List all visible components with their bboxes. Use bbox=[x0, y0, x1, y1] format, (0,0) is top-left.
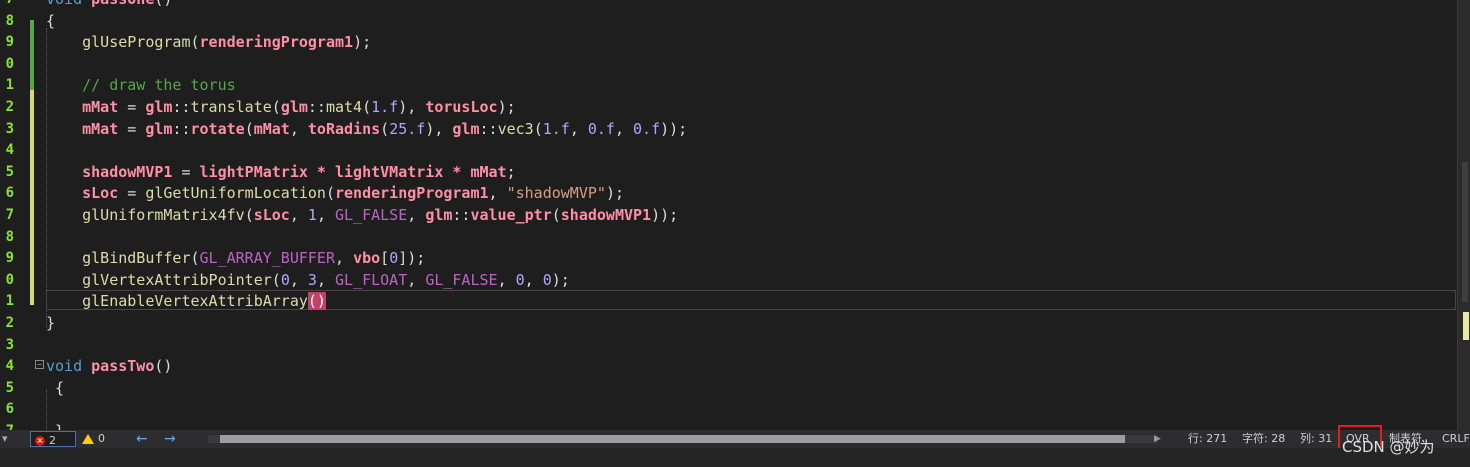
line-number: 8 bbox=[5, 12, 14, 29]
line-number-gutter: 7 8 9 0 1 2 3 4 5 6 7 8 9 0 1 2 3 4 5 6 … bbox=[0, 0, 30, 430]
error-icon: × bbox=[35, 436, 45, 446]
line-number: 1 bbox=[5, 77, 14, 94]
line-number: 3 bbox=[5, 120, 14, 137]
unsaved-change-indicator bbox=[30, 90, 34, 305]
saved-change-indicator bbox=[30, 20, 34, 90]
code-line[interactable]: shadowMVP1 = lightPMatrix * lightVMatrix… bbox=[46, 162, 516, 184]
line-number: 5 bbox=[5, 163, 14, 180]
line-number: 0 bbox=[5, 55, 14, 72]
code-line[interactable]: void passOne() bbox=[46, 0, 172, 11]
previous-issue-arrow-icon[interactable]: ← bbox=[136, 430, 148, 448]
code-line[interactable]: // draw the torus bbox=[46, 75, 236, 97]
code-line[interactable]: sLoc = glGetUniformLocation(renderingPro… bbox=[46, 183, 624, 205]
code-line[interactable]: { bbox=[46, 378, 64, 400]
warning-icon bbox=[82, 434, 94, 444]
scroll-right-icon[interactable]: ▶ bbox=[1154, 430, 1161, 448]
line-number: 2 bbox=[5, 315, 14, 331]
row-indicator[interactable]: 行: 271 bbox=[1188, 430, 1227, 448]
dropdown-arrow-icon[interactable]: ▾ bbox=[2, 430, 8, 448]
horizontal-scrollbar-thumb[interactable] bbox=[220, 435, 1125, 443]
line-number: 4 bbox=[5, 142, 14, 159]
line-number: 0 bbox=[5, 271, 14, 288]
status-bar: ▾ ×2 0 ← → ◀ ▶ 行: 271 字符: 28 列: 31 OVR 制… bbox=[0, 430, 1470, 448]
line-number: 3 bbox=[5, 336, 14, 353]
brace-match-highlight: () bbox=[307, 292, 326, 311]
code-line[interactable]: void passTwo() bbox=[46, 356, 172, 378]
line-number: 5 bbox=[5, 379, 14, 396]
horizontal-scrollbar[interactable] bbox=[208, 435, 1158, 443]
column-indicator[interactable]: 列: 31 bbox=[1300, 430, 1332, 448]
code-line[interactable]: { bbox=[46, 11, 55, 33]
code-editor[interactable]: 7 8 9 0 1 2 3 4 5 6 7 8 9 0 1 2 3 4 5 6 … bbox=[0, 0, 1470, 430]
line-number: 9 bbox=[5, 250, 14, 267]
code-line[interactable]: } bbox=[46, 313, 55, 335]
code-line[interactable]: mMat = glm::rotate(mMat, toRadins(25.f),… bbox=[46, 119, 687, 141]
bottom-panel-strip bbox=[0, 448, 1470, 467]
line-ending-indicator[interactable]: CRLF bbox=[1442, 430, 1470, 448]
line-number: 1 bbox=[5, 293, 14, 310]
watermark: CSDN @妙为 bbox=[1342, 438, 1435, 456]
code-line[interactable]: glUseProgram(renderingProgram1); bbox=[46, 32, 371, 54]
line-number: 4 bbox=[5, 358, 14, 375]
fold-collapse-icon[interactable]: − bbox=[35, 360, 44, 369]
code-line[interactable]: glUniformMatrix4fv(sLoc, 1, GL_FALSE, gl… bbox=[46, 205, 678, 227]
line-number: 9 bbox=[5, 34, 14, 51]
error-count-button[interactable]: × 2 bbox=[30, 431, 76, 447]
line-number: 8 bbox=[5, 228, 14, 245]
code-line[interactable]: mMat = glm::translate(glm::mat4(1.f), to… bbox=[46, 97, 516, 119]
line-number: 6 bbox=[5, 401, 14, 418]
line-number: 2 bbox=[5, 99, 14, 115]
scrollbar-thumb[interactable] bbox=[1462, 162, 1468, 302]
code-line[interactable]: } bbox=[46, 421, 64, 430]
next-issue-arrow-icon[interactable]: → bbox=[164, 430, 176, 448]
line-number: 6 bbox=[5, 185, 14, 202]
vertical-scrollbar[interactable] bbox=[1457, 0, 1470, 430]
scrollbar-change-marker bbox=[1463, 312, 1469, 340]
code-line-current[interactable]: glEnableVertexAttribArray() bbox=[46, 291, 326, 313]
code-line[interactable]: glBindBuffer(GL_ARRAY_BUFFER, vbo[0]); bbox=[46, 248, 425, 270]
warning-count-button[interactable]: 0 bbox=[82, 430, 105, 448]
line-number: 7 bbox=[0, 421, 14, 430]
char-indicator[interactable]: 字符: 28 bbox=[1242, 430, 1285, 448]
code-line[interactable]: glVertexAttribPointer(0, 3, GL_FLOAT, GL… bbox=[46, 270, 570, 292]
line-number: 7 bbox=[5, 207, 14, 223]
line-number: 7 bbox=[0, 0, 14, 11]
